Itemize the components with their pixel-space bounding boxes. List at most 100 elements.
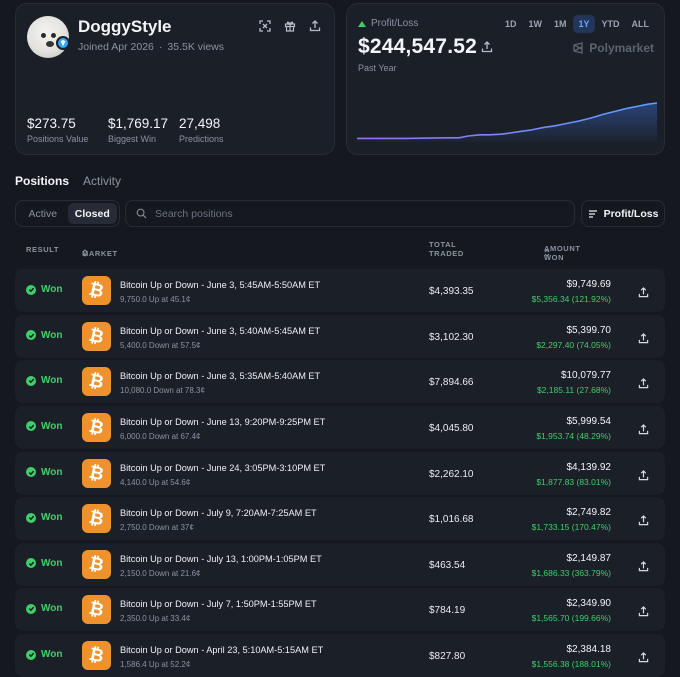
total-traded: $463.54 bbox=[429, 559, 466, 571]
table-row[interactable]: Won ₿ Bitcoin Up or Down - June 3, 5:40AM-… bbox=[15, 314, 665, 358]
sort-profit-loss-button[interactable]: Profit/Loss bbox=[581, 200, 665, 227]
scan-icon[interactable] bbox=[258, 19, 271, 32]
market-title[interactable]: Bitcoin Up or Down - April 23, 5:10AM-5:… bbox=[120, 645, 323, 655]
tab-bar: Positions Activity bbox=[15, 174, 121, 188]
range-selector: 1D 1W 1M 1Y YTD ALL bbox=[500, 15, 654, 33]
stat-biggest-win: $1,769.17 Biggest Win bbox=[108, 116, 169, 144]
result-badge: Won bbox=[26, 603, 62, 614]
table-row[interactable]: Won ₿ Bitcoin Up or Down - June 24, 3:05PM… bbox=[15, 451, 665, 495]
market-position: 6,000.0 Down at 67.4¢ bbox=[120, 431, 201, 441]
verified-diamond-icon bbox=[56, 36, 70, 50]
range-1w[interactable]: 1W bbox=[523, 15, 547, 33]
stat-positions-value: $273.75 Positions Value bbox=[27, 116, 89, 144]
status-toggle: Active Closed bbox=[15, 200, 120, 227]
market-position: 2,750.0 Down at 37¢ bbox=[120, 523, 194, 533]
result-badge: Won bbox=[26, 558, 62, 569]
table-row[interactable]: Won ₿ Bitcoin Up or Down - April 23, 5:10A… bbox=[15, 634, 665, 677]
result-badge: Won bbox=[26, 330, 62, 341]
header-amount-won[interactable]: AMOUNT WON bbox=[544, 244, 580, 262]
amount-won: $4,139.92 bbox=[566, 461, 612, 473]
amount-won: $10,079.77 bbox=[560, 370, 611, 382]
market-title[interactable]: Bitcoin Up or Down - June 13, 9:20PM-9:2… bbox=[120, 417, 325, 427]
range-1m[interactable]: 1M bbox=[549, 15, 572, 33]
toggle-active[interactable]: Active bbox=[18, 203, 68, 224]
table-row[interactable]: Won ₿ Bitcoin Up or Down - July 13, 1:00PM… bbox=[15, 542, 665, 586]
search-icon bbox=[136, 208, 147, 219]
amount-won: $2,349.90 bbox=[566, 598, 612, 610]
share-icon[interactable] bbox=[638, 285, 649, 298]
toggle-closed[interactable]: Closed bbox=[67, 203, 117, 224]
table-header: RESULT MARKET TOTAL TRADED AMOUNT WON bbox=[26, 240, 581, 262]
amount-won: $2,384.18 bbox=[566, 644, 612, 656]
bitcoin-icon: ₿ bbox=[82, 549, 111, 579]
result-badge: Won bbox=[26, 467, 62, 478]
bitcoin-icon: ₿ bbox=[82, 504, 111, 534]
check-circle-icon bbox=[26, 558, 36, 569]
view-count: 35.5K views bbox=[167, 41, 225, 53]
check-circle-icon bbox=[26, 603, 36, 614]
market-position: 5,400.0 Down at 57.5¢ bbox=[120, 340, 201, 350]
search-input[interactable] bbox=[155, 207, 555, 220]
profit-gain: $1,877.83 (83.01%) bbox=[536, 476, 611, 487]
total-traded: $784.19 bbox=[429, 605, 466, 617]
amount-won: $9,749.69 bbox=[566, 279, 612, 290]
check-circle-icon bbox=[26, 330, 36, 341]
amount-won: $2,149.87 bbox=[566, 552, 612, 564]
tab-positions[interactable]: Positions bbox=[15, 174, 69, 188]
market-position: 10,080.0 Down at 78.3¢ bbox=[120, 386, 205, 396]
username: DoggyStyle bbox=[78, 17, 172, 36]
total-traded: $827.80 bbox=[429, 651, 466, 663]
range-ytd[interactable]: YTD bbox=[597, 15, 625, 33]
total-traded: $4,045.80 bbox=[429, 422, 474, 434]
gift-icon[interactable] bbox=[283, 19, 296, 32]
header-market[interactable]: MARKET bbox=[82, 249, 117, 258]
joined-date: Joined Apr 2026 bbox=[78, 41, 154, 53]
market-title[interactable]: Bitcoin Up or Down - June 3, 5:35AM-5:40… bbox=[120, 371, 320, 381]
market-title[interactable]: Bitcoin Up or Down - July 13, 1:00PM-1:0… bbox=[120, 554, 322, 564]
check-circle-icon bbox=[26, 649, 36, 660]
share-icon[interactable] bbox=[638, 513, 649, 526]
market-title[interactable]: Bitcoin Up or Down - July 9, 7:20AM-7:25… bbox=[120, 508, 317, 518]
profit-gain: $1,953.74 (48.29%) bbox=[536, 430, 611, 441]
market-position: 2,150.0 Down at 21.6¢ bbox=[120, 568, 201, 578]
share-icon[interactable] bbox=[308, 19, 321, 32]
share-icon[interactable] bbox=[638, 422, 649, 435]
share-icon[interactable] bbox=[638, 604, 649, 617]
table-row[interactable]: Won ₿ Bitcoin Up or Down - June 13, 9:20PM… bbox=[15, 405, 665, 449]
total-traded: $2,262.10 bbox=[429, 468, 474, 480]
share-icon[interactable] bbox=[638, 376, 649, 389]
table-row[interactable]: Won ₿ Bitcoin Up or Down - June 3, 5:35AM-… bbox=[15, 360, 665, 404]
bitcoin-icon: ₿ bbox=[82, 458, 111, 488]
total-traded: $7,894.66 bbox=[429, 377, 474, 389]
table-row[interactable]: Won ₿ Bitcoin Up or Down - July 9, 7:20AM-… bbox=[15, 497, 665, 541]
share-icon[interactable] bbox=[638, 468, 649, 480]
market-title[interactable]: Bitcoin Up or Down - July 7, 1:50PM-1:55… bbox=[120, 599, 317, 609]
range-1d[interactable]: 1D bbox=[500, 15, 522, 33]
pnl-value: $244,547.52 bbox=[358, 35, 477, 58]
share-icon[interactable] bbox=[638, 559, 649, 572]
stat-predictions: 27,498 Predictions bbox=[179, 116, 224, 144]
market-title[interactable]: Bitcoin Up or Down - June 24, 3:05PM-3:1… bbox=[120, 463, 325, 473]
profit-gain: $1,556.38 (188.01%) bbox=[531, 659, 611, 670]
profile-card: DoggyStyle Joined Apr 2026 · 35.5K views $… bbox=[15, 3, 335, 155]
check-circle-icon bbox=[26, 467, 36, 478]
result-badge: Won bbox=[26, 284, 62, 295]
share-icon[interactable] bbox=[638, 331, 649, 343]
bitcoin-icon: ₿ bbox=[82, 321, 111, 351]
share-icon[interactable] bbox=[638, 650, 649, 663]
market-position: 2,350.0 Up at 33.4¢ bbox=[120, 614, 191, 624]
tab-activity[interactable]: Activity bbox=[83, 174, 121, 188]
pnl-area bbox=[357, 103, 657, 142]
market-title[interactable]: Bitcoin Up or Down - June 3, 5:45AM-5:50… bbox=[120, 280, 320, 290]
pnl-card: Profit/Loss $244,547.52 Past Year 1D 1W 1M… bbox=[346, 3, 665, 155]
table-row[interactable]: Won ₿ Bitcoin Up or Down - July 7, 1:50PM-… bbox=[15, 588, 665, 632]
market-title[interactable]: Bitcoin Up or Down - June 3, 5:40AM-5:45… bbox=[120, 326, 320, 336]
table-row[interactable]: Won ₿ Bitcoin Up or Down - June 3, 5:45AM-… bbox=[15, 269, 665, 312]
range-all[interactable]: ALL bbox=[627, 15, 655, 33]
polymarket-icon bbox=[573, 42, 583, 54]
share-icon[interactable] bbox=[481, 40, 493, 53]
total-traded: $1,016.68 bbox=[429, 514, 474, 526]
profit-gain: $2,185.11 (27.68%) bbox=[536, 385, 611, 396]
market-position: 1,586.4 Up at 52.2¢ bbox=[120, 660, 191, 670]
range-1y[interactable]: 1Y bbox=[573, 15, 595, 33]
